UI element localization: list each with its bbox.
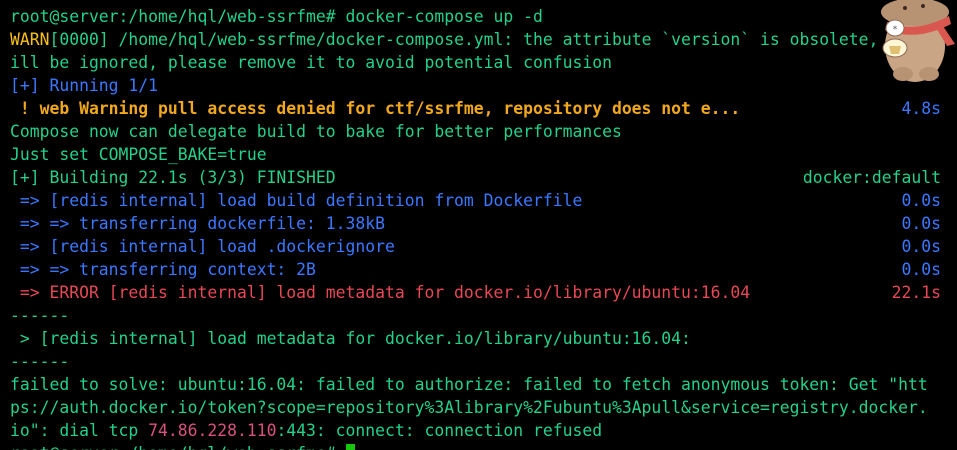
- terminal-text: ps://auth.docker.io/token?scope=reposito…: [10, 398, 928, 417]
- terminal-right-value: 0.0s: [901, 260, 941, 279]
- terminal-text: :443: connect: connection refused: [276, 421, 603, 440]
- terminal-text: root@server:/home/hql/web-ssrfme# docker…: [10, 7, 543, 26]
- terminal-right-value: docker:default: [802, 168, 941, 187]
- terminal-line: WARN[0000] /home/hql/web-ssrfme/docker-c…: [10, 28, 947, 51]
- terminal-text: failed to solve: ubuntu:16.04: failed to…: [10, 375, 928, 394]
- terminal-line: => => transferring dockerfile: 1.38kB 0.0…: [10, 212, 947, 235]
- terminal-text: io": dial tcp: [10, 421, 149, 440]
- terminal-line: Just set COMPOSE_BAKE=true: [10, 143, 947, 166]
- terminal-line: [+] Building 22.1s (3/3) FINISHED docker:…: [10, 166, 947, 189]
- terminal-line: root@server:/home/hql/web-ssrfme# docker…: [10, 5, 947, 28]
- terminal-output: root@server:/home/hql/web-ssrfme# docker…: [10, 5, 957, 450]
- terminal-line: failed to solve: ubuntu:16.04: failed to…: [10, 373, 947, 396]
- terminal-text: => [redis internal] load .dockerignore: [10, 237, 395, 256]
- terminal-line: ------: [10, 304, 947, 327]
- terminal-text: ------: [10, 306, 70, 325]
- terminal-text: => ERROR [redis internal] load metadata …: [10, 283, 751, 302]
- terminal-text: root@server:/home/hql/web-ssrfme#: [10, 444, 346, 450]
- terminal-line: => ERROR [redis internal] load metadata …: [10, 281, 947, 304]
- terminal-text: [+] Running 1/1: [10, 76, 159, 95]
- terminal-line: ------: [10, 350, 947, 373]
- terminal-right-value: 4.8s: [901, 99, 941, 118]
- terminal-line: => [redis internal] load .dockerignore 0.…: [10, 235, 947, 258]
- svg-text:*: *: [893, 25, 898, 35]
- terminal-text: Just set COMPOSE_BAKE=true: [10, 145, 267, 164]
- terminal-line: => => transferring context: 2B 0.0s: [10, 258, 947, 281]
- terminal-line: io": dial tcp 74.86.228.110:443: connect…: [10, 419, 947, 442]
- terminal-right-value: 0.0s: [901, 237, 941, 256]
- terminal-text: [0000] /home/hql/web-ssrfme/docker-compo…: [49, 30, 928, 49]
- terminal-line: > [redis internal] load metadata for doc…: [10, 327, 947, 350]
- terminal-right-value: 0.0s: [901, 191, 941, 210]
- terminal-text: 74.86.228.110: [148, 421, 277, 440]
- terminal-line: ps://auth.docker.io/token?scope=reposito…: [10, 396, 947, 419]
- terminal-line: Compose now can delegate build to bake f…: [10, 120, 947, 143]
- terminal-window[interactable]: root@server:/home/hql/web-ssrfme# docker…: [0, 0, 957, 450]
- terminal-right-value: 22.1s: [891, 283, 941, 302]
- bear-sticker-icon: *: [881, 0, 955, 82]
- terminal-right-value: 0.0s: [901, 214, 941, 233]
- terminal-text: ill be ignored, please remove it to avoi…: [10, 53, 612, 72]
- terminal-cursor[interactable]: [345, 444, 355, 450]
- terminal-text: WARN: [10, 30, 50, 49]
- terminal-text: > [redis internal] load metadata for doc…: [10, 329, 691, 348]
- terminal-text: [+] Building 22.1s (3/3) FINISHED: [10, 168, 336, 187]
- terminal-text: => [redis internal] load build definitio…: [10, 191, 583, 210]
- terminal-text: => => transferring context: 2B: [10, 260, 316, 279]
- terminal-line: ill be ignored, please remove it to avoi…: [10, 51, 947, 74]
- terminal-line: => [redis internal] load build definitio…: [10, 189, 947, 212]
- terminal-line: [+] Running 1/1: [10, 74, 947, 97]
- terminal-line: root@server:/home/hql/web-ssrfme#: [10, 442, 947, 450]
- terminal-line: ! web Warning pull access denied for ctf…: [10, 97, 947, 120]
- terminal-text: => => transferring dockerfile: 1.38kB: [10, 214, 385, 233]
- terminal-text: Compose now can delegate build to bake f…: [10, 122, 622, 141]
- terminal-text: ------: [10, 352, 70, 371]
- terminal-text: ! web Warning pull access denied for ctf…: [10, 99, 741, 118]
